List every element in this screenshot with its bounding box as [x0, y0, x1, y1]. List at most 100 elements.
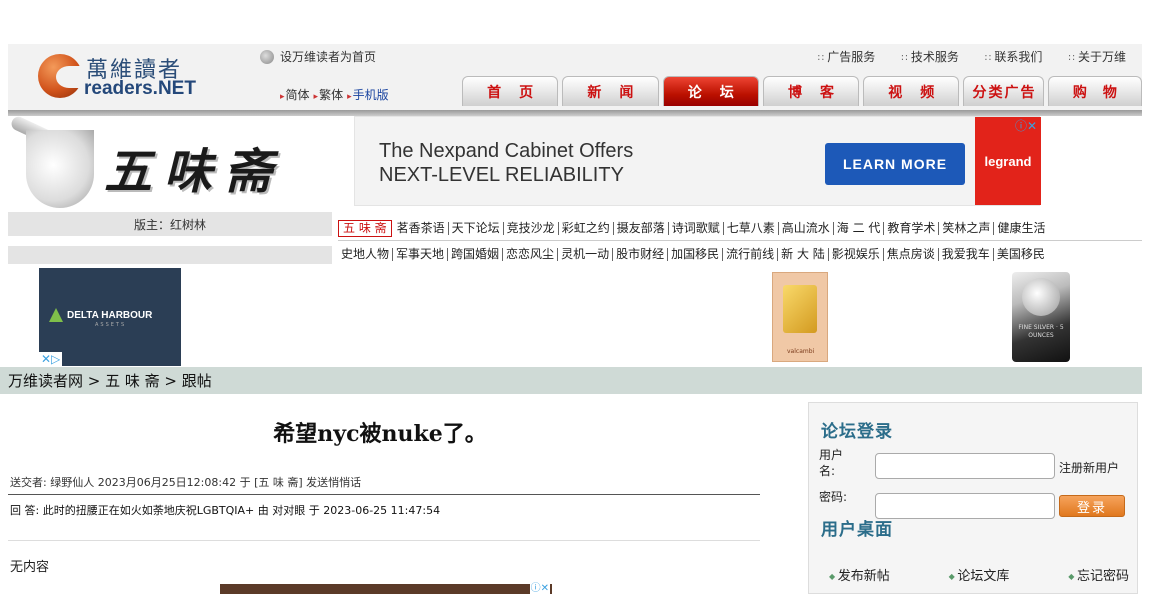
link-forum-library[interactable]: 论坛文库	[949, 565, 1009, 584]
board-link[interactable]: 诗词歌赋	[669, 221, 724, 235]
board-link[interactable]: 新 大 陆	[778, 247, 829, 261]
language-links: ▸简体 ▸繁体 ▸手机版	[280, 86, 389, 103]
silver-bar-ad[interactable]: FINE SILVER · 5 OUNCES	[1012, 272, 1070, 362]
board-link[interactable]: 五 味 斋	[338, 219, 392, 237]
link-traditional[interactable]: ▸繁体	[314, 86, 344, 103]
logo-english-text: readers.NET	[84, 78, 196, 99]
mortar-icon	[26, 130, 94, 208]
board-link[interactable]: 流行前线	[723, 247, 779, 261]
ad-learn-more-button[interactable]: LEARN MORE	[825, 143, 965, 185]
link-new-post[interactable]: 发布新帖	[829, 565, 890, 584]
board-link[interactable]: 高山流水	[779, 221, 834, 235]
nav-tab-home[interactable]: 首页	[462, 76, 559, 106]
simplified-label: 简体	[285, 88, 310, 102]
ad-choices-icon[interactable]: ⓘ✕	[1015, 117, 1037, 134]
post-meta: 送交者: 绿野仙人 2023月06月25日12:08:42 于 [五 味 斋] …	[10, 476, 362, 489]
password-label: 密码:	[819, 490, 848, 504]
set-homepage-link[interactable]: 设万维读者为首页	[260, 48, 376, 65]
nav-tab-forum[interactable]: 论坛	[662, 76, 759, 106]
board-link[interactable]: 股市财经	[613, 247, 669, 261]
board-link[interactable]: 竞技沙龙	[504, 221, 559, 235]
board-link[interactable]: 加国移民	[668, 247, 724, 261]
user-desk-title: 用户桌面	[821, 520, 893, 540]
board-link[interactable]: 摄友部落	[614, 221, 669, 235]
link-forgot-password[interactable]: 忘记密码	[1068, 565, 1129, 584]
board-link[interactable]: 茗香茶语	[394, 221, 449, 235]
nav-tab-video[interactable]: 视频	[863, 76, 960, 106]
register-link[interactable]: 注册新用户	[1059, 459, 1119, 476]
board-link[interactable]: 跨国婚姻	[448, 247, 504, 261]
board-list-row2: 史地人物 军事天地 跨国婚姻 恋恋风尘 灵机一动 股市财经 加国移民 流行前线新 大 陆影视娱…	[338, 244, 1142, 264]
board-divider	[338, 240, 1142, 241]
board-link[interactable]: 美国移民	[994, 247, 1048, 261]
username-input[interactable]	[875, 453, 1055, 479]
ad-brand-name: DELTA HARBOUR	[67, 309, 153, 321]
gold-bar-ad[interactable]: valcambi	[772, 272, 828, 362]
link-simplified[interactable]: ▸简体	[280, 86, 310, 103]
ad-choices-icon[interactable]: ⓘ✕	[529, 584, 550, 594]
post-divider-light	[8, 540, 760, 541]
board-link[interactable]: 我爱我车	[939, 247, 994, 261]
arrow-icon: ▸	[313, 92, 319, 102]
nav-tab-blog[interactable]: 博客	[762, 76, 860, 106]
board-list-row1: 五 味 斋茗香茶语 天下论坛 竞技沙龙 彩虹之约 摄友部落 诗词歌赋 七草八素 高山流水海 二…	[338, 218, 1142, 238]
silver-bar-label: FINE SILVER · 5 OUNCES	[1018, 324, 1064, 339]
ad-text-line1: The Nexpand Cabinet Offers	[379, 140, 634, 162]
traditional-label: 繁体	[319, 88, 344, 102]
reply-to-link[interactable]: 回 答: 此时的扭腰正在如火如荼地庆祝LGBTQIA+ 由 对对眼 于 2023…	[10, 502, 440, 518]
board-link[interactable]: 海 二 代	[834, 221, 885, 235]
user-desk-links: 发布新帖 论坛文库 忘记密码	[829, 565, 1129, 584]
link-ad-services[interactable]: 广告服务	[818, 48, 875, 65]
board-link[interactable]: 彩虹之约	[559, 221, 614, 235]
breadcrumb[interactable]: 万维读者网 > 五 味 斋 > 跟帖	[0, 367, 1142, 394]
ad-logo: DELTA HARBOUR	[49, 308, 152, 322]
top-links: 广告服务 技术服务 联系我们 关于万维	[818, 48, 1126, 65]
nav-tab-news[interactable]: 新闻	[562, 76, 659, 106]
arrow-icon: ▸	[347, 92, 352, 102]
silver-eagle-icon	[1022, 278, 1060, 316]
login-panel: 论坛登录 用户名: 注册新用户 密码: 登录 用户桌面 发布新帖 论坛文库 忘记…	[808, 402, 1138, 594]
gold-bar-icon	[783, 285, 817, 333]
board-link[interactable]: 教育学术	[884, 221, 940, 235]
triangle-icon	[49, 308, 63, 322]
link-tech-services[interactable]: 技术服务	[901, 48, 959, 65]
site-logo[interactable]: 萬維讀者 readers.NET	[38, 48, 238, 102]
banner-ad[interactable]: The Nexpand Cabinet Offers NEXT-LEVEL RE…	[354, 116, 1041, 206]
ad-brand-sub: ASSETS	[95, 322, 127, 328]
mobile-label: 手机版	[352, 88, 389, 102]
set-homepage-label: 设万维读者为首页	[280, 50, 377, 64]
homepage-icon	[260, 49, 274, 64]
board-link[interactable]: 灵机一动	[558, 247, 614, 261]
board-link[interactable]: 史地人物	[338, 247, 394, 261]
board-link[interactable]: 军事天地	[393, 247, 449, 261]
board-link[interactable]: 焦点房谈	[884, 247, 939, 261]
board-link[interactable]: 恋恋风尘	[503, 247, 559, 261]
board-link[interactable]: 天下论坛	[449, 221, 504, 235]
nav-tab-classifieds[interactable]: 分类广告	[963, 76, 1044, 106]
link-mobile[interactable]: ▸手机版	[347, 86, 389, 103]
site-header: 萬維讀者 readers.NET 设万维读者为首页 广告服务 技术服务 联系我们…	[8, 44, 1142, 110]
board-link[interactable]: 影视娱乐	[829, 247, 884, 261]
link-about[interactable]: 关于万维	[1068, 48, 1126, 65]
post-divider	[8, 494, 760, 495]
board-link[interactable]: 健康生活	[994, 221, 1048, 235]
arrow-icon: ▸	[280, 92, 285, 102]
username-label: 用户名:	[819, 448, 844, 478]
inline-ad[interactable]: ⓘ✕	[220, 584, 552, 594]
link-contact-us[interactable]: 联系我们	[985, 48, 1042, 65]
nav-tab-shopping[interactable]: 购物	[1047, 76, 1142, 106]
board-link[interactable]: 七草八素	[724, 221, 779, 235]
main-nav: 首页 新闻 论坛 博客 视频 分类广告 购物	[462, 76, 1142, 106]
forum-logo[interactable]: 五味斋	[8, 114, 340, 212]
board-link[interactable]: 笑林之声	[939, 221, 995, 235]
password-input[interactable]	[875, 493, 1055, 519]
logo-ball-icon	[38, 54, 82, 98]
post-body: 无内容	[10, 560, 50, 575]
login-title: 论坛登录	[821, 422, 893, 442]
ad-text-line2: NEXT-LEVEL RELIABILITY	[379, 164, 624, 186]
login-button[interactable]: 登录	[1059, 495, 1125, 517]
side-ad-left[interactable]: DELTA HARBOUR ASSETS ✕▷	[39, 268, 181, 366]
ad-choices-icon[interactable]: ✕▷	[39, 352, 63, 366]
gold-bar-label: valcambi	[787, 348, 815, 355]
ad-text: The Nexpand Cabinet Offers NEXT-LEVEL RE…	[379, 139, 633, 187]
